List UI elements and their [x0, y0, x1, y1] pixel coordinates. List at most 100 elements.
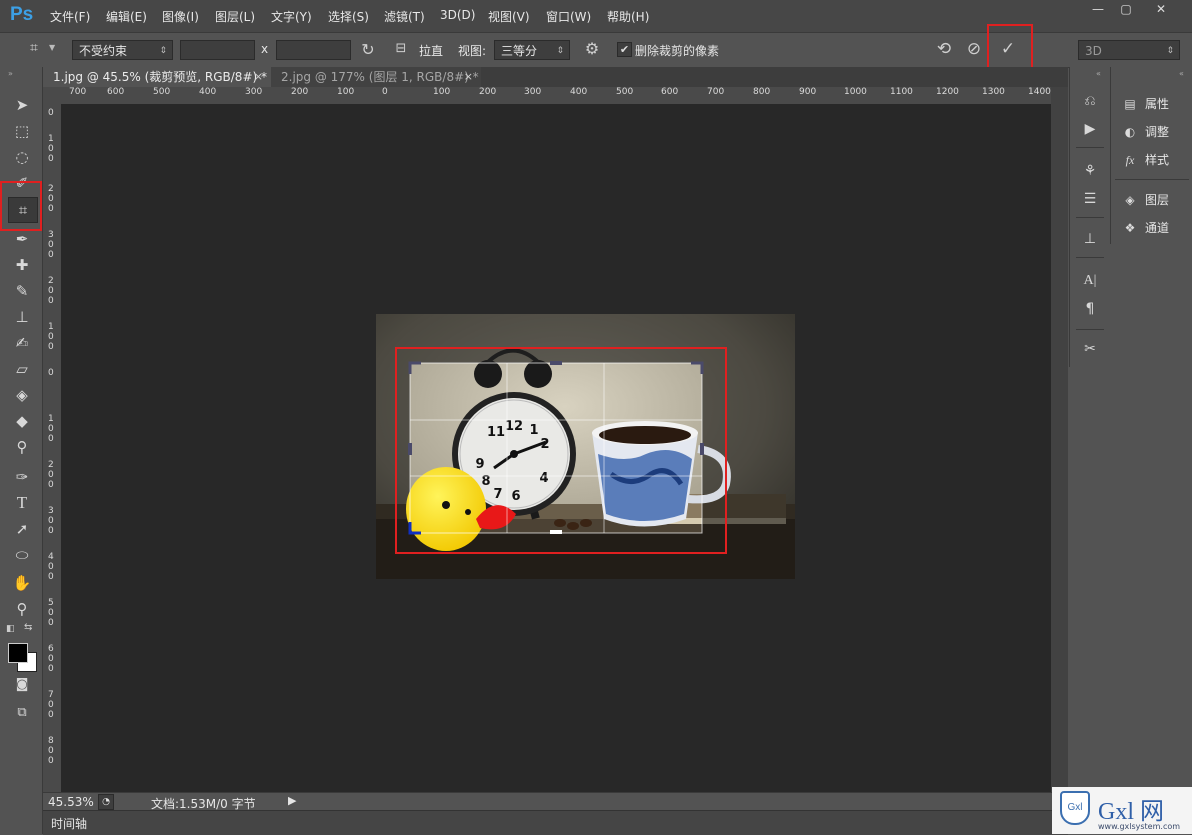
menu-image[interactable]: 图像(I): [162, 8, 199, 25]
eraser-tool-icon[interactable]: ▱: [8, 357, 36, 381]
zoom-tool-icon[interactable]: ⚲: [8, 597, 36, 621]
menu-filter[interactable]: 滤镜(T): [384, 8, 425, 25]
ruler-tick-label: 300: [48, 230, 54, 260]
divider: [1076, 147, 1104, 148]
ellipse-tool-icon[interactable]: ⬭: [8, 543, 36, 567]
character-panel-icon[interactable]: A|: [1080, 271, 1100, 291]
ruler-tick-label: 500: [616, 87, 634, 97]
view-overlay-select[interactable]: 三等分 ⇕: [494, 40, 570, 60]
quick-mask-icon[interactable]: ◙: [8, 673, 36, 697]
timeline-panel-bar[interactable]: 时间轴: [43, 810, 1068, 835]
select-arrows-icon: ⇕: [1166, 46, 1174, 56]
paragraph-panel-icon[interactable]: ¶: [1080, 299, 1100, 319]
ruler-tick-label: 0: [48, 108, 54, 118]
foreground-color-swatch[interactable]: [8, 643, 28, 663]
watermark-shield-logo: Gxl: [1060, 791, 1090, 825]
reset-crop-icon[interactable]: ⟲: [934, 39, 954, 59]
menu-help[interactable]: 帮助(H): [607, 8, 649, 25]
ruler-origin[interactable]: [43, 87, 61, 104]
brush-panel-icon[interactable]: ☰: [1080, 189, 1100, 209]
select-arrows-icon: ⇕: [159, 46, 167, 56]
dodge-tool-icon[interactable]: ⚲: [8, 435, 36, 459]
ratio-select[interactable]: 不受约束 ⇕: [72, 40, 173, 60]
menu-select[interactable]: 选择(S): [328, 8, 369, 25]
brush-tool-icon[interactable]: ✎: [8, 279, 36, 303]
tool-presets-icon[interactable]: ✂: [1080, 339, 1100, 359]
close-window-button[interactable]: ✕: [1140, 0, 1182, 18]
brush-presets-icon[interactable]: ⚘: [1080, 161, 1100, 181]
panel-layers[interactable]: ◈ 图层: [1121, 191, 1169, 208]
collapse-toolbar-icon[interactable]: »: [8, 69, 13, 78]
clone-source-icon[interactable]: ⊥: [1080, 229, 1100, 249]
pen-tool-icon[interactable]: ✑: [8, 465, 36, 489]
panel-adjustments[interactable]: ◐ 调整: [1121, 123, 1169, 140]
history-brush-tool-icon[interactable]: ✍: [8, 331, 36, 355]
paint-bucket-tool-icon[interactable]: ◈: [8, 383, 36, 407]
eyedropper-tool-icon[interactable]: ✒: [8, 227, 36, 251]
ruler-tick-label: 700: [707, 87, 725, 97]
menu-view[interactable]: 视图(V): [488, 8, 530, 25]
swap-dimensions-icon[interactable]: ↻: [358, 40, 378, 59]
marquee-tool-icon[interactable]: ⬚: [8, 119, 36, 143]
screen-mode-icon[interactable]: ⧉: [8, 701, 36, 725]
tab-document-2[interactable]: 2.jpg @ 177% (图层 1, RGB/8#) * ×: [271, 67, 481, 87]
crop-tool-preset-icon[interactable]: ⌗: [24, 40, 44, 56]
actions-panel-icon[interactable]: ▶: [1080, 119, 1100, 139]
menu-edit[interactable]: 编辑(E): [106, 8, 147, 25]
zoom-level[interactable]: 45.53%: [48, 795, 94, 809]
close-tab-icon[interactable]: ×: [464, 67, 473, 87]
menu-layer[interactable]: 图层(L): [215, 8, 255, 25]
delete-cropped-checkbox[interactable]: ✔: [617, 42, 632, 57]
collapse-panels-icon[interactable]: «: [1179, 69, 1184, 78]
gear-icon[interactable]: ⚙: [582, 39, 602, 58]
hand-tool-icon[interactable]: ✋: [8, 571, 36, 595]
clone-stamp-tool-icon[interactable]: ⊥: [8, 305, 36, 329]
default-colors-icon[interactable]: ◧: [6, 624, 15, 634]
swap-colors-icon[interactable]: ⇆: [24, 622, 32, 633]
ruler-tick-label: 100: [433, 87, 451, 97]
menu-3d[interactable]: 3D(D): [440, 8, 475, 22]
panel-label: 调整: [1145, 125, 1170, 139]
ruler-tick-label: 600: [107, 87, 125, 97]
status-menu-arrow-icon[interactable]: ▶: [288, 794, 296, 807]
collapse-dock-icon[interactable]: «: [1096, 69, 1101, 78]
move-tool-icon[interactable]: ➤: [8, 93, 36, 117]
path-select-tool-icon[interactable]: ➚: [8, 517, 36, 541]
blur-tool-icon[interactable]: ◆: [8, 409, 36, 433]
status-info-icon[interactable]: ◔: [98, 794, 114, 810]
menu-type[interactable]: 文字(Y): [271, 8, 312, 25]
menu-file[interactable]: 文件(F): [50, 8, 90, 25]
close-tab-icon[interactable]: ×: [254, 67, 263, 87]
horizontal-ruler[interactable]: 700 600 500 400 300 200 100 0 100 200 300 400 500 600…: [61, 87, 1051, 105]
ratio-select-value: 不受约束: [79, 44, 128, 58]
vertical-scrollbar[interactable]: [1051, 87, 1068, 792]
panel-label: 通道: [1145, 221, 1170, 235]
view-label: 视图:: [458, 44, 487, 58]
timeline-label[interactable]: 时间轴: [51, 815, 87, 832]
ruler-tick-label: 200: [48, 276, 54, 306]
straighten-label[interactable]: 拉直: [419, 42, 443, 59]
cancel-crop-icon[interactable]: ⊘: [964, 39, 984, 59]
history-panel-icon[interactable]: ⎌: [1080, 91, 1100, 111]
menu-window[interactable]: 窗口(W): [546, 8, 591, 25]
type-tool-icon[interactable]: T: [8, 491, 36, 515]
height-field[interactable]: [276, 40, 351, 60]
ruler-tick-label: 1400: [1028, 87, 1051, 97]
panel-properties[interactable]: ▤ 属性: [1121, 95, 1169, 112]
lasso-tool-icon[interactable]: ◌: [8, 145, 36, 169]
straighten-icon[interactable]: ⊟: [392, 41, 410, 56]
view-overlay-value: 三等分: [501, 44, 538, 58]
healing-brush-tool-icon[interactable]: ✚: [8, 253, 36, 277]
commit-crop-checkmark-icon[interactable]: ✓: [998, 39, 1018, 59]
tab-label: 2.jpg @ 177% (图层 1, RGB/8#) *: [281, 70, 479, 84]
preset-dropdown-arrow-icon[interactable]: ▼: [49, 43, 55, 52]
panel-channels[interactable]: ❖ 通道: [1121, 219, 1169, 236]
panel-styles[interactable]: fx 样式: [1121, 151, 1169, 168]
tab-document-1[interactable]: 1.jpg @ 45.5% (裁剪预览, RGB/8#) * ×: [43, 67, 271, 87]
ruler-tick-label: 500: [48, 598, 54, 628]
width-field[interactable]: [180, 40, 255, 60]
maximize-button[interactable]: ▢: [1110, 0, 1142, 18]
vertical-ruler[interactable]: 0 100 200 300 200 100 0 100 200 300 400 500 600 700 80…: [43, 104, 62, 792]
crop-tool-icon[interactable]: ⌗: [8, 197, 38, 223]
workspace-select[interactable]: 3D ⇕: [1078, 40, 1180, 60]
